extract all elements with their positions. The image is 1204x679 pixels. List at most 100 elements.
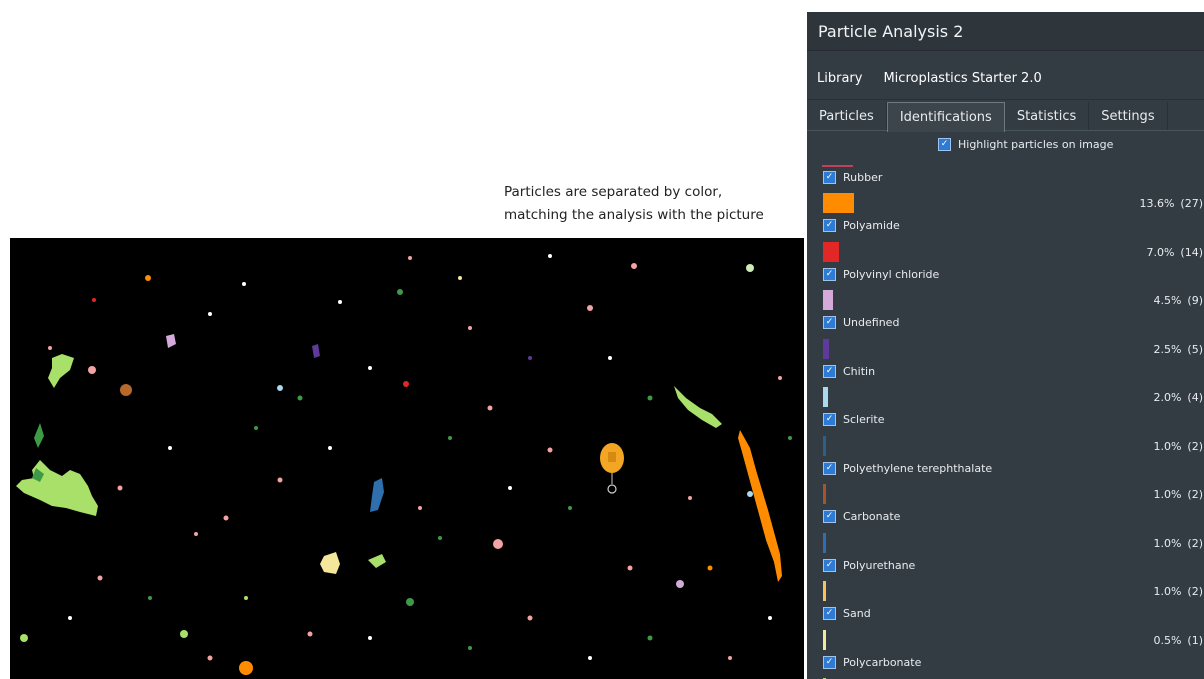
identification-checkbox[interactable]: ✓	[823, 558, 836, 572]
particle-dot-20	[688, 496, 692, 500]
tab-identifications[interactable]: Identifications	[886, 102, 1005, 132]
identification-name: Polyethylene terephthalate	[843, 461, 993, 475]
identification-checkbox[interactable]: ✓	[823, 510, 836, 523]
identification-checkbox[interactable]: ✓	[823, 267, 836, 281]
particle-pvc-1	[166, 334, 176, 348]
identification-name: Sclerite	[843, 413, 885, 426]
particle-polyamide-1	[403, 381, 409, 387]
particle-polycarbonate-right	[674, 386, 722, 428]
identification-name: Carbonate	[843, 510, 901, 523]
identification-value: 7.0% (14)	[1043, 246, 1204, 259]
particle-dot-24	[468, 326, 472, 330]
identification-checkbox[interactable]: ✓	[823, 607, 836, 620]
identification-percent: 7.0%	[1146, 245, 1175, 259]
identification-value: 1.0% (2)	[1043, 585, 1204, 598]
particle-green-2	[20, 634, 28, 642]
particle-polycarbonate-small	[48, 354, 74, 388]
identification-count: (9)	[1187, 294, 1203, 307]
identification-item[interactable]: ✓ Sclerite 1.0% (2)	[807, 413, 1204, 462]
identification-percent: 1.0%	[1153, 585, 1182, 598]
identification-percent: 0.5%	[1153, 633, 1182, 647]
identification-color-swatch	[823, 484, 826, 504]
particle-dot-36	[527, 615, 533, 621]
identification-count: (2)	[1187, 439, 1203, 453]
identification-value: 1.0% (2)	[1043, 488, 1204, 501]
particle-dot-34	[368, 636, 372, 640]
particle-dot-25	[368, 366, 372, 370]
library-value[interactable]: Microplastics Starter 2.0	[883, 71, 1041, 86]
particle-dot-3	[242, 282, 246, 286]
particle-dot-47	[194, 532, 198, 536]
highlight-particles-row[interactable]: ✓ Highlight particles on image	[807, 131, 1204, 157]
particle-dot-19	[707, 565, 713, 571]
identification-name-row: ✓ Sand	[823, 607, 871, 621]
particle-dot-23	[528, 356, 532, 360]
particle-dot-31	[148, 596, 152, 600]
particle-dot-39	[728, 656, 732, 660]
particle-dot-1	[277, 385, 283, 391]
tab-settings[interactable]: Settings	[1089, 102, 1168, 130]
identification-item[interactable]: ✓ Sand 0.5% (1)	[807, 607, 1204, 656]
identification-color-swatch	[823, 241, 839, 262]
particle-dot-7	[458, 276, 462, 280]
identification-count: (2)	[1187, 585, 1203, 598]
identification-item[interactable]: ✓ Rubber 13.6% (27)	[807, 170, 1204, 219]
identification-checkbox[interactable]: ✓	[823, 170, 836, 184]
identification-name: Polyamide	[843, 219, 900, 232]
identification-color-swatch	[823, 629, 826, 650]
identification-percent: 4.5%	[1153, 294, 1182, 307]
particle-dot-45	[508, 486, 512, 490]
tab-statistics[interactable]: Statistics	[1005, 102, 1090, 130]
identification-percent: 2.0%	[1153, 391, 1182, 404]
particle-image[interactable]	[10, 238, 804, 679]
panel-title: Particle Analysis 2	[818, 21, 964, 41]
particle-polycarbonate-large	[16, 460, 98, 516]
identification-item[interactable]: ✓ Chitin 2.0% (4)	[807, 364, 1204, 413]
identification-item[interactable]: ✓Polycarbonate0.5%(1)	[807, 655, 1204, 679]
particle-dot-6	[587, 305, 593, 311]
identification-checkbox[interactable]: ✓	[823, 219, 836, 232]
identification-checkbox[interactable]: ✓	[823, 316, 836, 329]
panel-header: Particle Analysis 2	[807, 12, 1204, 51]
identification-color-swatch	[823, 532, 826, 553]
identification-count: (5)	[1187, 342, 1203, 356]
identification-name-row: ✓ Undefined	[823, 316, 899, 330]
identification-count: (4)	[1187, 391, 1203, 404]
particle-rubber-2	[120, 384, 132, 396]
identification-name: Undefined	[843, 316, 900, 329]
particle-dot-2	[297, 395, 303, 401]
particle-rubber-long	[738, 430, 782, 582]
identification-color-swatch	[823, 290, 833, 310]
particle-dot-42	[778, 376, 782, 380]
identification-count: (2)	[1187, 488, 1203, 501]
identification-item[interactable]: ✓ Polyurethane 1.0% (2)	[807, 558, 1204, 607]
particle-highlighted-marker	[608, 452, 616, 462]
identification-item[interactable]: ✓ Carbonate 1.0% (2)	[807, 510, 1204, 559]
library-label: Library	[817, 71, 863, 86]
identification-item[interactable]: ✓ Undefined 2.5% (5)	[807, 316, 1204, 365]
particle-dot-28	[117, 485, 123, 491]
tab-particles[interactable]: Particles	[807, 102, 887, 130]
particle-dot-22	[608, 356, 612, 360]
particle-chitin-1	[747, 491, 753, 497]
identification-checkbox[interactable]: ✓	[823, 461, 836, 475]
particle-undefined-1	[312, 344, 320, 358]
identification-checkbox[interactable]: ✓	[823, 655, 836, 669]
particle-dot-18	[627, 565, 633, 571]
identification-checkbox[interactable]: ✓	[823, 413, 836, 426]
tab-statistics-label: Statistics	[1016, 108, 1077, 124]
identification-checkbox[interactable]: ✓	[823, 364, 836, 378]
identification-name: Sand	[843, 607, 871, 620]
identification-name-row: ✓ Polycarbonate	[823, 655, 921, 669]
identification-percent: 13.6%	[1139, 197, 1175, 210]
identification-name: Rubber	[843, 170, 883, 184]
particle-dot-21	[647, 395, 653, 401]
identification-item[interactable]: ✓ Polyethylene terephthalate 1.0% (2)	[807, 461, 1204, 510]
identification-name: Polycarbonate	[843, 655, 922, 669]
particle-chitin-2	[676, 580, 684, 588]
highlight-particles-checkbox[interactable]: ✓	[938, 137, 951, 151]
identification-item[interactable]: ✓ Polyamide 7.0% (14)	[807, 219, 1204, 268]
particle-dot-50	[48, 346, 52, 350]
identification-item[interactable]: ✓ Polyvinyl chloride 4.5% (9)	[807, 267, 1204, 316]
particle-dot-49	[408, 256, 412, 260]
